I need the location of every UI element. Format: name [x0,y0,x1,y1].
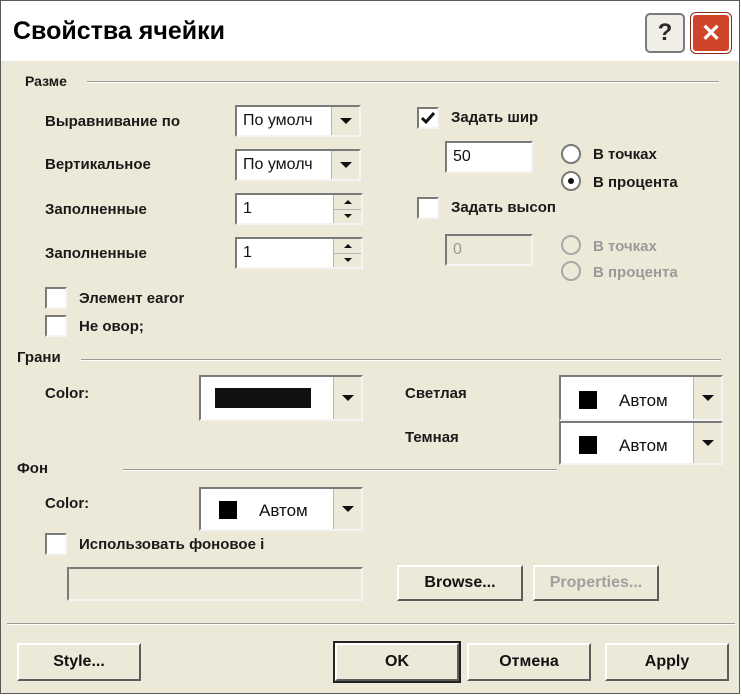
use-background-image-label: Использовать фоновое i [79,536,265,553]
group-divider [123,469,557,471]
alignment-dropdown-arrow[interactable] [331,107,359,135]
border-color-dropdown[interactable] [199,375,363,421]
background-image-path-input[interactable] [67,567,363,601]
no-wrap-checkbox[interactable] [45,315,67,337]
vertical-label: Вертикальное [45,156,151,173]
border-color-dropdown-arrow[interactable] [333,377,361,419]
width-value: 50 [453,148,471,165]
height-input[interactable]: 0 [445,234,533,266]
height-units-points-radio[interactable] [561,235,581,255]
chevron-down-icon [701,440,714,446]
light-border-dropdown[interactable]: Автом [559,375,723,421]
use-background-image-checkbox[interactable] [45,533,67,555]
background-color-dropdown-arrow[interactable] [333,489,361,529]
filled-value-1: 1 [243,200,252,217]
border-color-label: Color: [45,385,90,402]
spin-down-button[interactable] [334,209,361,223]
filled-value-2: 1 [243,244,252,261]
group-label-background: Фон [17,460,49,477]
chevron-down-icon [339,118,352,124]
border-color-swatch [215,388,311,408]
chevron-up-icon [343,244,352,248]
set-width-checkbox[interactable] [417,107,439,129]
chevron-down-icon [339,162,352,168]
group-label-layout: Размe [25,73,67,89]
properties-button[interactable]: Properties... [533,565,659,601]
light-border-value: Автом [619,391,668,410]
apply-button[interactable]: Apply [605,643,729,681]
alignment-value: По умолч [243,112,313,129]
spin-up-button[interactable] [334,195,361,210]
vertical-value: По умолч [243,156,313,173]
help-icon: ? [657,19,673,46]
background-color-label: Color: [45,495,90,512]
chevron-down-icon [341,395,354,401]
checkmark-icon [420,112,436,125]
ok-button[interactable]: OK [333,641,461,683]
chevron-up-icon [343,200,352,204]
element-checkbox-label: Элемент earor [79,290,185,307]
group-divider [87,81,719,83]
height-units-percent-label: В процента [593,264,678,281]
width-units-percent-label: В процента [593,174,678,191]
background-color-value: Автом [259,501,308,520]
alignment-label: Выравнивание по [45,113,181,130]
dark-color-swatch [579,436,597,454]
dark-border-dropdown-arrow[interactable] [693,423,721,463]
width-input[interactable]: 50 [445,141,533,173]
set-height-checkbox[interactable] [417,197,439,219]
height-units-percent-radio[interactable] [561,261,581,281]
dark-border-value: Автом [619,436,668,455]
background-color-swatch [219,501,237,519]
group-label-borders: Грани [17,349,61,366]
height-units-points-label: В точках [593,238,657,255]
radio-selected-dot [568,178,574,184]
spin-up-button[interactable] [334,239,361,254]
window-title: Свойства ячейки [13,17,226,45]
help-button[interactable]: ? [645,13,685,53]
width-units-percent-radio[interactable] [561,171,581,191]
no-wrap-checkbox-label: Не овор; [79,318,144,335]
filled-stepper-2[interactable]: 1 [235,237,363,269]
filled-spin-2[interactable] [333,239,361,267]
dark-border-dropdown[interactable]: Автом [559,421,723,465]
alignment-dropdown[interactable]: По умолч [235,105,361,137]
width-units-points-label: В точках [593,146,657,163]
chevron-down-icon [343,214,352,218]
cancel-button[interactable]: Отмена [467,643,591,681]
filled-label-2: Заполненные [45,245,147,262]
vertical-dropdown[interactable]: По умолч [235,149,361,181]
width-units-points-radio[interactable] [561,144,581,164]
title-bar[interactable]: Свойства ячейки ? ✕ [1,1,739,61]
filled-label-1: Заполненные [45,201,147,218]
element-checkbox[interactable] [45,287,67,309]
dark-border-label: Темная [405,429,459,446]
chevron-down-icon [343,258,352,262]
group-divider [81,359,721,361]
set-width-label: Задать шир [451,109,539,126]
light-border-dropdown-arrow[interactable] [693,377,721,419]
spin-down-button[interactable] [334,253,361,267]
vertical-dropdown-arrow[interactable] [331,151,359,179]
close-icon: ✕ [700,19,722,47]
background-color-dropdown[interactable]: Автом [199,487,363,531]
filled-stepper-1[interactable]: 1 [235,193,363,225]
footer-divider [7,623,735,625]
light-border-label: Светлая [405,385,467,402]
style-button[interactable]: Style... [17,643,141,681]
light-color-swatch [579,391,597,409]
set-height-label: Задать высоп [451,199,556,216]
chevron-down-icon [341,506,354,512]
close-button[interactable]: ✕ [690,12,732,54]
chevron-down-icon [701,395,714,401]
browse-button[interactable]: Browse... [397,565,523,601]
height-value: 0 [453,241,462,258]
filled-spin-1[interactable] [333,195,361,223]
cell-properties-dialog: Свойства ячейки ? ✕ Размe Выравнивание п… [0,0,740,694]
